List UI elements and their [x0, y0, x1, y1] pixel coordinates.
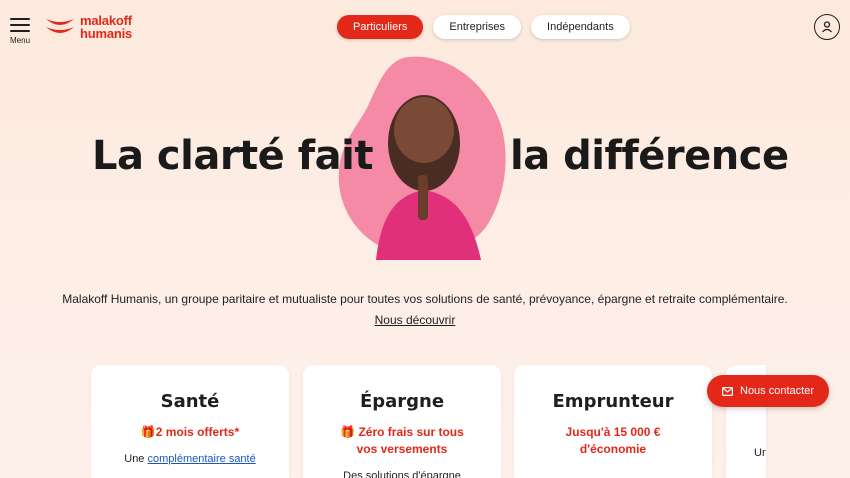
menu-icon: [10, 18, 30, 20]
audience-tabs: Particuliers Entreprises Indépendants: [337, 15, 640, 39]
card-emprunteur[interactable]: Emprunteur Jusqu'à 15 000 € d'économie: [514, 365, 712, 478]
card-sante[interactable]: Santé 🎁2 mois offerts* Une complémentair…: [91, 365, 289, 478]
discover-link[interactable]: Nous découvrir: [375, 313, 456, 327]
discover-link-wrap: Nous découvrir: [0, 313, 830, 327]
card-desc: Une complémentaire santé: [91, 453, 289, 465]
tab-independants[interactable]: Indépendants: [531, 15, 630, 39]
logo-line-2: humanis: [80, 26, 133, 41]
contact-button[interactable]: Nous contacter: [707, 375, 829, 407]
mail-icon: [722, 386, 733, 396]
brand-logo[interactable]: malakoff humanis: [44, 13, 132, 41]
card-desc-link[interactable]: complémentaire santé: [148, 453, 256, 465]
menu-button[interactable]: Menu: [10, 18, 34, 45]
card-title: Santé: [160, 391, 220, 412]
card-offer: 🎁 Zéro frais sur tous vos versements: [340, 425, 464, 456]
hero-title-left: La clarté fait: [92, 133, 373, 179]
card-title: Épargne: [359, 391, 445, 412]
contact-button-label: Nous contacter: [740, 385, 814, 397]
menu-label: Menu: [10, 36, 31, 45]
card-offer: Jusqu'à 15 000 € d'économie: [565, 425, 661, 456]
tab-particuliers[interactable]: Particuliers: [337, 15, 424, 39]
account-button[interactable]: [814, 14, 840, 40]
tab-entreprises[interactable]: Entreprises: [433, 15, 522, 39]
card-epargne[interactable]: Épargne 🎁 Zéro frais sur tous vos versem…: [303, 365, 501, 478]
hero-title-right: la différence: [510, 133, 789, 179]
intro-tagline: Malakoff Humanis, un groupe paritaire et…: [62, 292, 788, 306]
card-desc: Un: [754, 447, 766, 459]
card-offer: 🎁2 mois offerts*: [140, 425, 240, 439]
card-desc-prefix: Une: [124, 453, 148, 465]
site-header: Menu malakoff humanis Particuliers Entre…: [0, 0, 850, 60]
account-icon: [822, 21, 832, 33]
card-desc: Des solutions d'épargne: [343, 470, 461, 478]
logo-mark-icon: [46, 19, 74, 33]
logo-wordmark: malakoff humanis: [80, 14, 132, 40]
card-title: Emprunteur: [552, 391, 674, 412]
